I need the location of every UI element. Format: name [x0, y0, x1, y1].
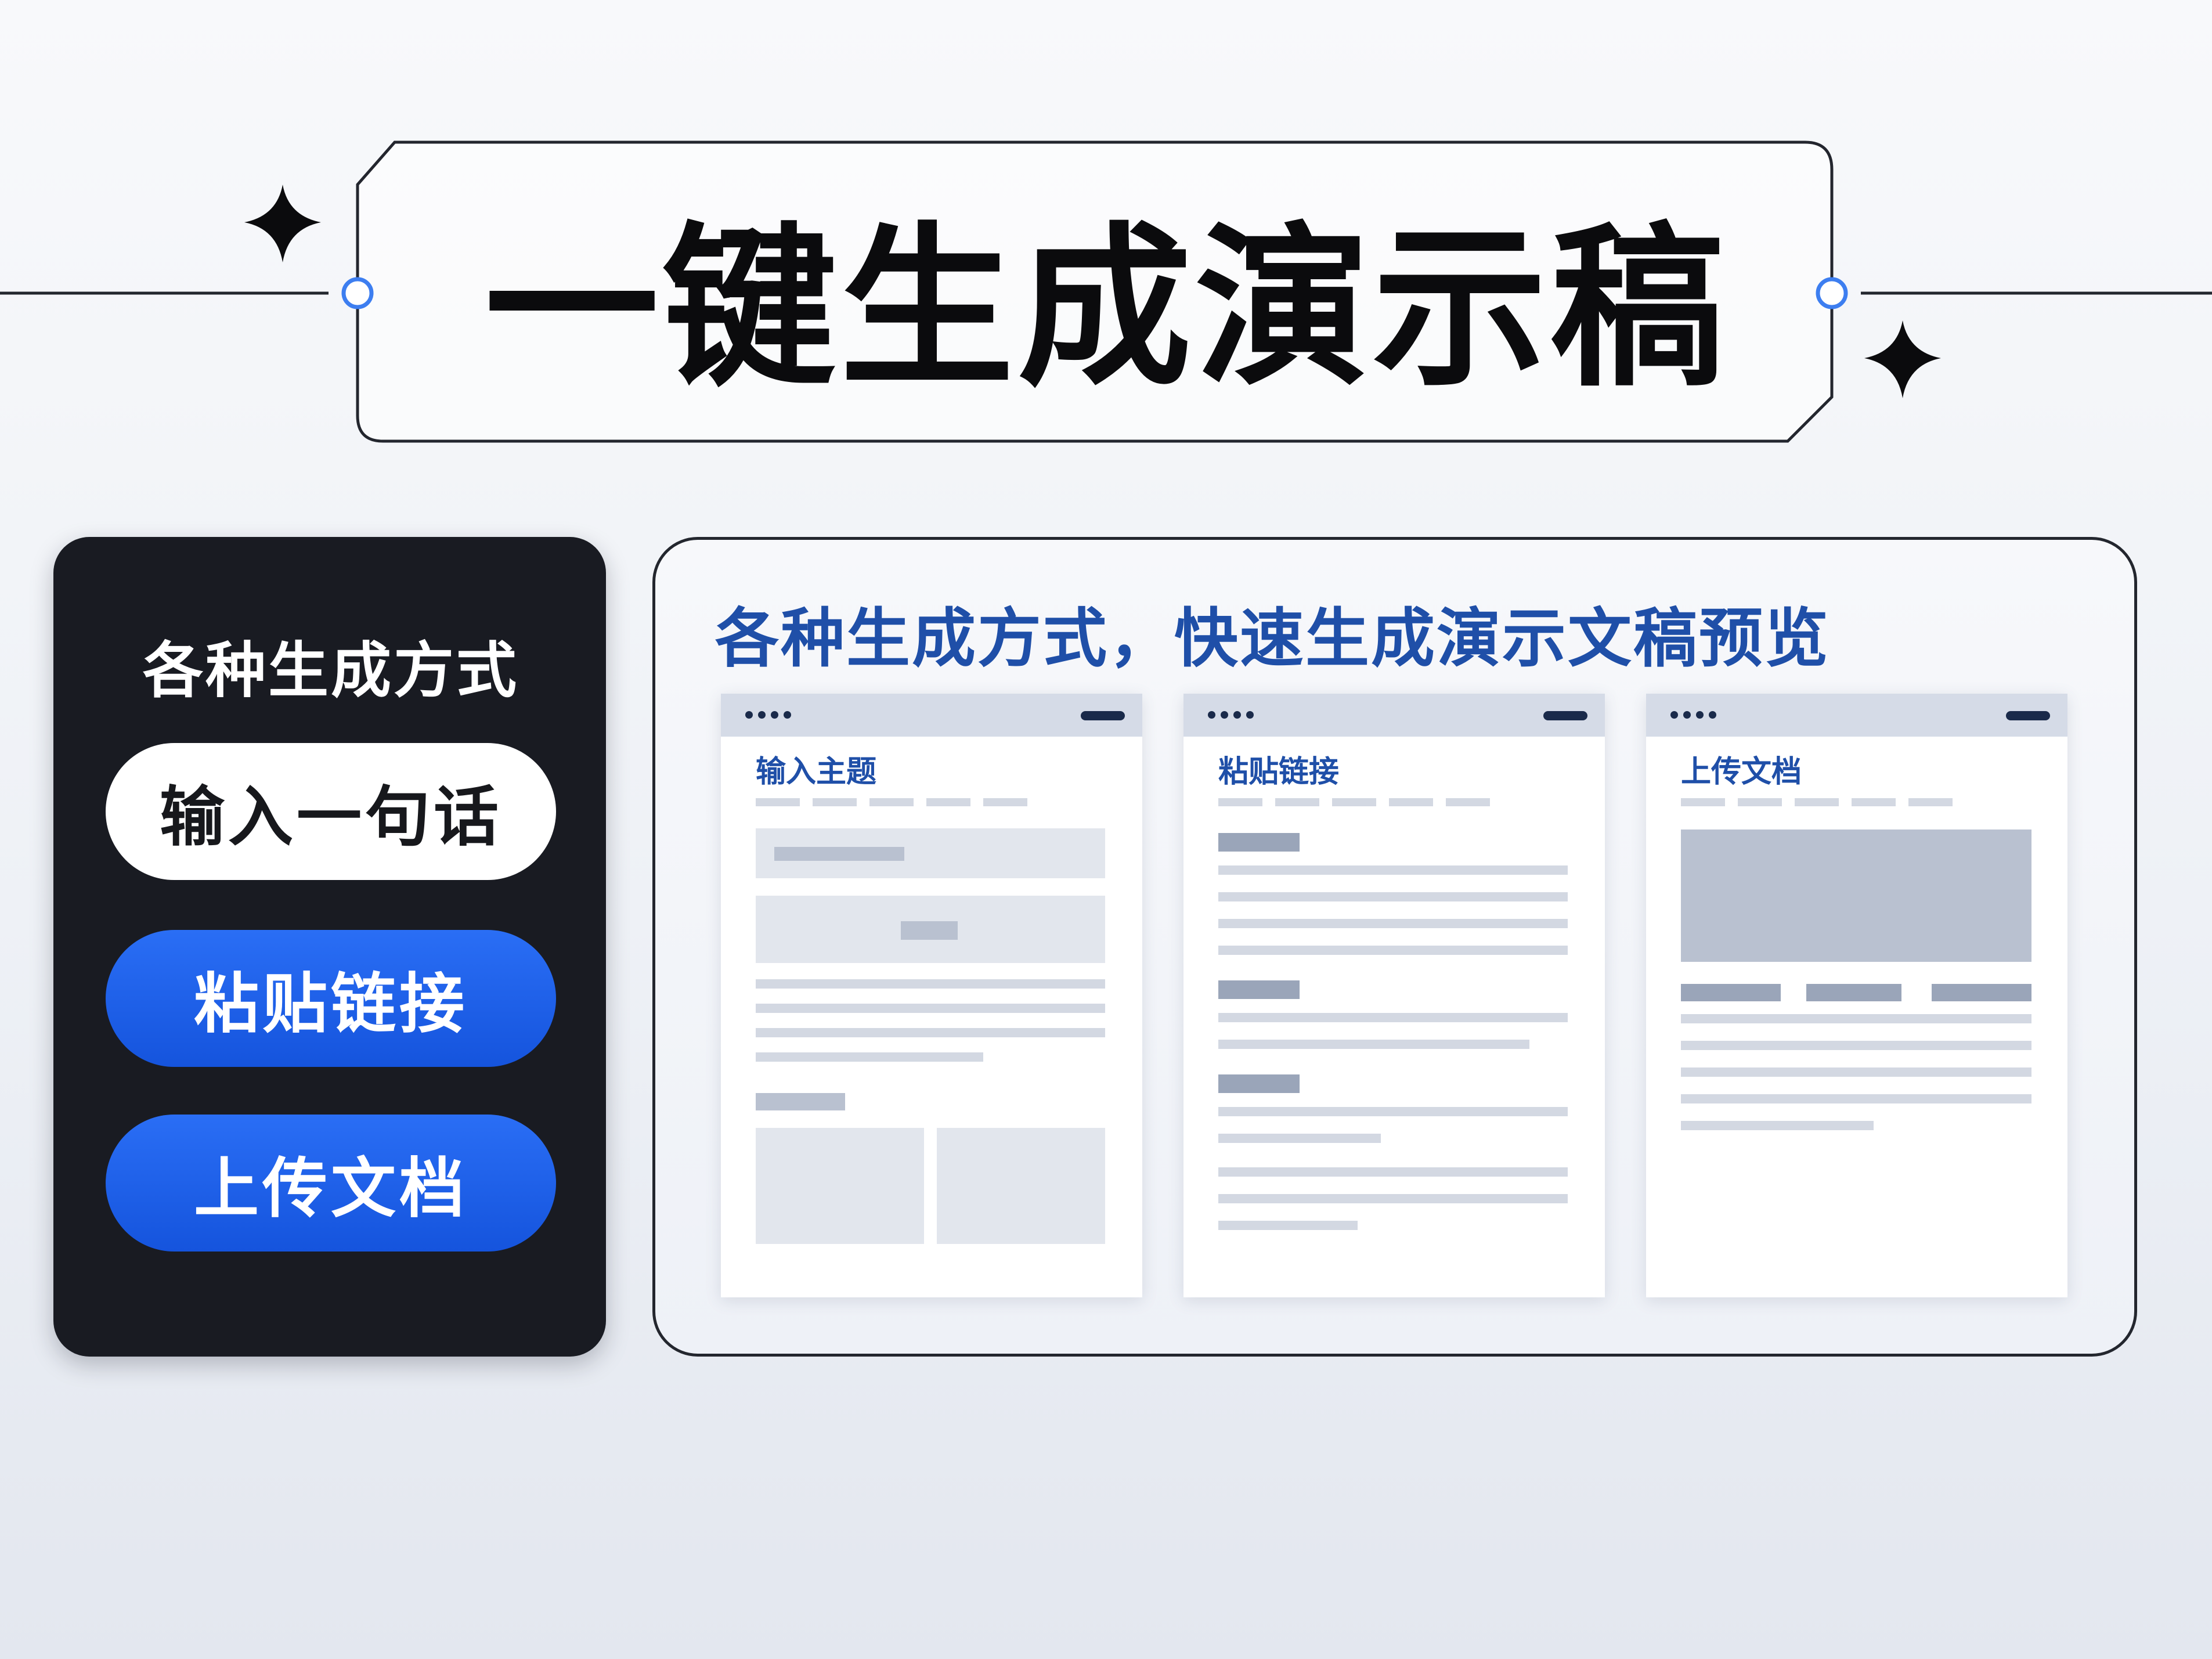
- skeleton-tab: [926, 798, 970, 806]
- skeleton-tab: [1852, 798, 1896, 806]
- menu-pill-icon: [1543, 711, 1587, 720]
- input-sentence-button[interactable]: 输入一句话: [106, 743, 556, 880]
- skeleton-tab: [1218, 798, 1262, 806]
- menu-pill-icon: [2006, 711, 2050, 720]
- skeleton-line: [1681, 1067, 2031, 1077]
- page-title: 一键生成演示稿: [485, 207, 1728, 410]
- skeleton-tab: [1795, 798, 1839, 806]
- card-toolbar: [1646, 694, 2067, 737]
- methods-heading: 各种生成方式: [142, 635, 519, 706]
- card-toolbar: [721, 694, 1142, 737]
- skeleton-tab: [1681, 798, 1725, 806]
- skeleton-line: [1218, 919, 1568, 928]
- skeleton-line: [1218, 1194, 1568, 1203]
- paste-link-button[interactable]: 粘贴链接: [106, 930, 556, 1067]
- card-toolbar: [1183, 694, 1605, 737]
- skeleton-subheading: [1218, 980, 1300, 999]
- skeleton-subheading: [756, 1093, 845, 1110]
- skeleton-input-text: [774, 847, 904, 861]
- skeleton-line: [1681, 1121, 1874, 1130]
- skeleton-line: [1218, 892, 1568, 901]
- skeleton-image-block: [756, 1128, 924, 1244]
- skeleton-line: [1218, 865, 1568, 875]
- skeleton-line: [1681, 1041, 2031, 1050]
- preview-heading: 各种生成方式，快速生成演示文稿预览: [715, 601, 1830, 676]
- skeleton-tab: [1332, 798, 1376, 806]
- skeleton-tab: [813, 798, 857, 806]
- skeleton-tab: [1908, 798, 1953, 806]
- skeleton-tab: [1446, 798, 1490, 806]
- skeleton-image-block: [1681, 830, 2031, 962]
- skeleton-tab: [1738, 798, 1782, 806]
- skeleton-chip: [1681, 984, 1781, 1001]
- window-dots-icon: [1208, 711, 1254, 719]
- card-label: 输入主题: [756, 755, 877, 789]
- skeleton-tab: [1389, 798, 1433, 806]
- skeleton-chip: [1806, 984, 1901, 1001]
- skeleton-line: [756, 1004, 1105, 1013]
- skeleton-line: [1218, 1107, 1568, 1116]
- skeleton-subheading: [1218, 833, 1300, 852]
- card-label: 粘贴链接: [1218, 755, 1340, 789]
- preview-card-link[interactable]: 粘贴链接: [1183, 694, 1605, 1297]
- sparkle-icon: [1864, 320, 1941, 398]
- skeleton-chip: [1932, 984, 2031, 1001]
- menu-pill-icon: [1081, 711, 1125, 720]
- preview-card-topic[interactable]: 输入主题: [721, 694, 1142, 1297]
- skeleton-line: [1218, 1167, 1568, 1177]
- upload-document-button[interactable]: 上传文档: [106, 1115, 556, 1252]
- skeleton-line: [1218, 1221, 1358, 1230]
- skeleton-line: [1681, 1014, 2031, 1023]
- skeleton-tab: [983, 798, 1027, 806]
- skeleton-line: [1218, 1013, 1568, 1022]
- sparkle-icon: [244, 185, 321, 262]
- skeleton-line: [1218, 1134, 1381, 1143]
- skeleton-tab: [869, 798, 914, 806]
- skeleton-line: [1681, 1094, 2031, 1103]
- skeleton-image-mark: [901, 921, 958, 940]
- skeleton-tab: [1275, 798, 1319, 806]
- skeleton-line: [756, 1028, 1105, 1037]
- skeleton-line: [756, 1052, 983, 1062]
- skeleton-line: [756, 979, 1105, 989]
- preview-card-document[interactable]: 上传文档: [1646, 694, 2067, 1297]
- skeleton-tab: [756, 798, 800, 806]
- skeleton-line: [1218, 946, 1568, 955]
- skeleton-line: [1218, 1040, 1529, 1049]
- card-label: 上传文档: [1681, 755, 1802, 789]
- window-dots-icon: [1670, 711, 1716, 719]
- window-dots-icon: [745, 711, 791, 719]
- skeleton-image-block: [937, 1128, 1105, 1244]
- skeleton-subheading: [1218, 1074, 1300, 1093]
